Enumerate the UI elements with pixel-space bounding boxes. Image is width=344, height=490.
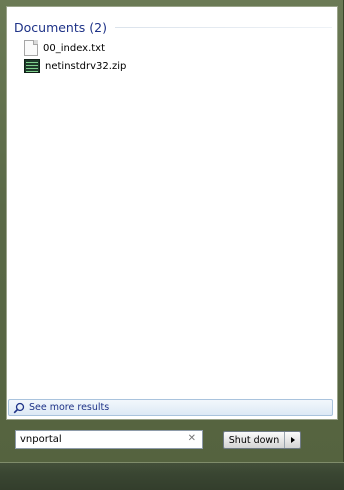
result-item-label: 00_index.txt (43, 42, 106, 54)
shutdown-options-button[interactable] (284, 432, 300, 448)
shutdown-button[interactable]: Shut down (224, 432, 284, 448)
group-title: Documents (2) (14, 19, 107, 35)
start-search-box[interactable]: ✕ (15, 430, 203, 449)
taskbar (0, 462, 344, 490)
result-item-netinstdrv32-zip[interactable]: netinstdrv32.zip (24, 57, 224, 75)
see-more-results-button[interactable]: See more results (8, 399, 333, 416)
text-file-icon (24, 40, 38, 56)
see-more-label: See more results (29, 402, 110, 413)
group-divider (114, 26, 332, 28)
zip-file-icon (24, 59, 40, 73)
start-menu: Documents (2) 00_index.txt netinstdrv32.… (0, 0, 344, 462)
shutdown-split-button: Shut down (223, 431, 301, 449)
search-input[interactable] (16, 431, 180, 448)
result-item-label: netinstdrv32.zip (45, 60, 127, 72)
search-results-pane: Documents (2) 00_index.txt netinstdrv32.… (6, 6, 338, 420)
close-icon[interactable]: ✕ (188, 433, 196, 444)
search-icon (13, 402, 25, 413)
chevron-right-icon (290, 437, 295, 443)
result-item-index-txt[interactable]: 00_index.txt (24, 39, 224, 57)
documents-group-header[interactable]: Documents (2) (14, 18, 332, 36)
